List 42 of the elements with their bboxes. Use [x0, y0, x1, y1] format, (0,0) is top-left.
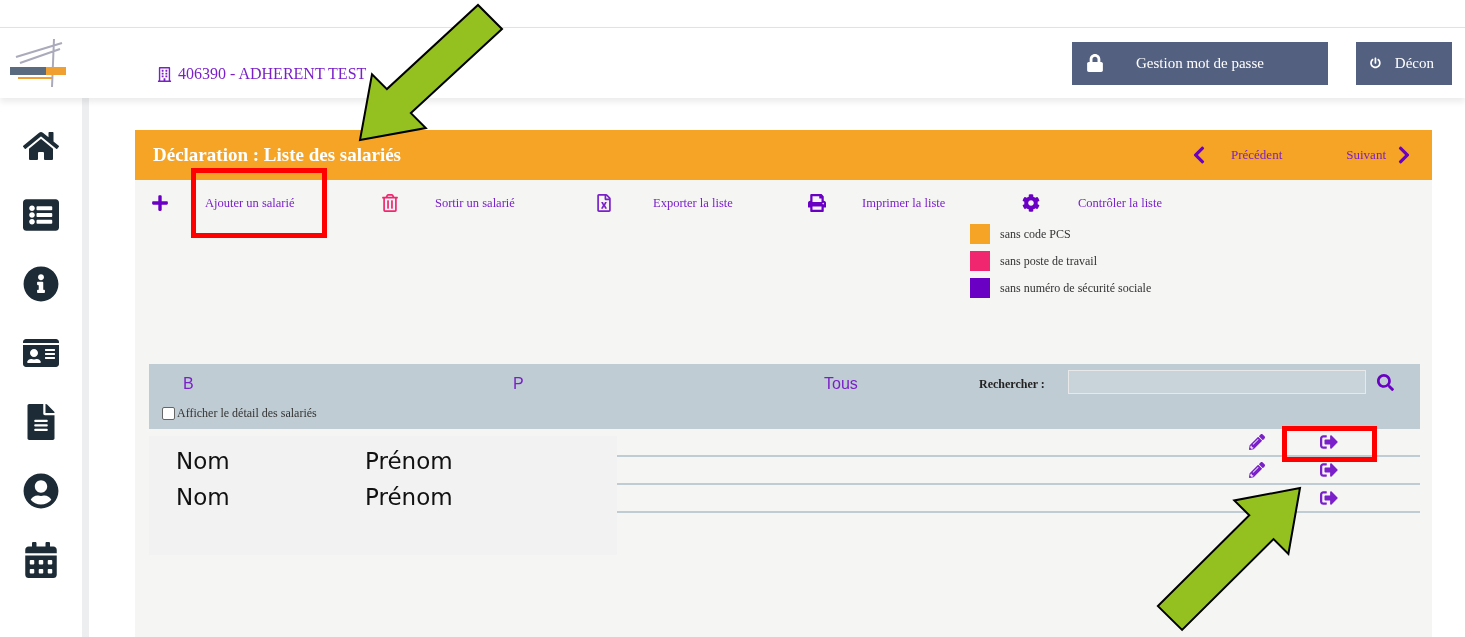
legend-label: sans poste de travail	[1000, 253, 1097, 269]
exit-icon[interactable]	[1320, 461, 1338, 479]
info-icon[interactable]	[23, 266, 59, 302]
trash-icon[interactable]	[381, 194, 399, 212]
panel-title: Déclaration : Liste des salariés	[153, 144, 402, 166]
legend-label: sans numéro de sécurité sociale	[1000, 280, 1152, 296]
last-name-text: Nom	[176, 484, 231, 512]
spreadsheet-icon[interactable]	[595, 194, 613, 212]
printer-icon[interactable]	[808, 194, 826, 212]
pencil-icon[interactable]	[1249, 462, 1265, 478]
search-icon[interactable]	[1377, 374, 1394, 391]
first-name-text: Prénom	[365, 448, 454, 476]
legend-label: sans code PCS	[1000, 226, 1071, 242]
toolbar-link[interactable]: Exporter la liste	[653, 195, 733, 211]
filter-link[interactable]: B	[183, 375, 194, 393]
filter-link[interactable]: P	[513, 375, 524, 393]
toolbar-link[interactable]: Contrôler la liste	[1078, 195, 1162, 211]
list-icon[interactable]	[23, 197, 59, 233]
toolbar-link[interactable]: Ajouter un salarié	[205, 195, 295, 211]
company-name: 406390 - ADHERENT TEST	[178, 65, 367, 83]
logo	[10, 37, 68, 89]
password-button[interactable]: Gestion mot de passe	[1072, 41, 1328, 85]
filter-link[interactable]: Tous	[824, 375, 858, 393]
toolbar-link[interactable]: Sortir un salarié	[435, 195, 515, 211]
user-icon[interactable]	[23, 473, 59, 509]
previous-link[interactable]: Précédent	[1189, 145, 1283, 165]
exit-icon[interactable]	[1320, 433, 1338, 451]
lock-icon	[1086, 54, 1104, 72]
logout-button[interactable]: Décon	[1356, 41, 1452, 85]
search-label: Rechercher :	[979, 377, 1045, 392]
exit-icon[interactable]	[1320, 489, 1338, 507]
pencil-icon[interactable]	[1249, 434, 1265, 450]
building-icon	[157, 66, 172, 82]
gear-icon[interactable]	[1022, 194, 1040, 212]
calendar-icon[interactable]	[23, 542, 59, 578]
toolbar-link[interactable]: Imprimer la liste	[862, 195, 946, 211]
search-field[interactable]	[1068, 370, 1366, 394]
next-link[interactable]: Suivant	[1346, 145, 1414, 165]
first-name-text: Prénom	[365, 484, 454, 512]
plus-icon[interactable]	[151, 194, 169, 212]
last-name-text: Nom	[176, 448, 231, 476]
detail-checkbox[interactable]: Afficher le détail des salariés	[162, 406, 317, 421]
